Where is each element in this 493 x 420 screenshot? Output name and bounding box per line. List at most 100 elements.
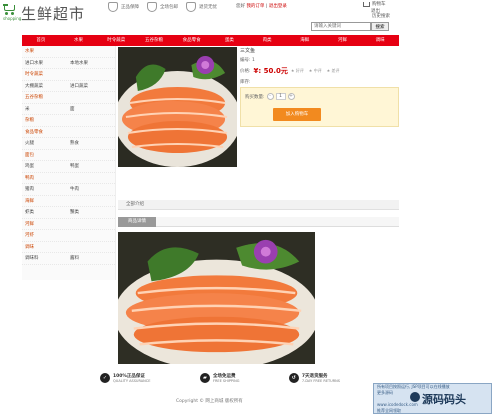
sidebar-row: 杂粮 (22, 115, 115, 127)
sidebar-row: 水果 (22, 46, 115, 58)
qty-input[interactable]: 1 (275, 93, 286, 100)
sidebar-row: 火腿 熟食 (22, 138, 115, 150)
tab-product-detail[interactable]: 商品详情 (118, 217, 156, 227)
wechat-icon (410, 392, 420, 402)
salmon-photo (118, 47, 237, 167)
search-bar: 搜索 (311, 22, 389, 31)
return-icon: ↺ (288, 373, 299, 383)
sidebar-item[interactable]: 进口水果 (25, 60, 70, 66)
guarantee-shipping: ▰ 全场免运费 FREE SHIPPING (199, 373, 239, 383)
search-button[interactable]: 搜索 (371, 22, 389, 31)
history-link[interactable]: 历史搜索 (372, 13, 390, 19)
sidebar-item[interactable]: 鸭肉 (25, 175, 70, 181)
site-logo[interactable]: 生鲜超市 shopping (3, 2, 121, 24)
service-badges: 正品保障 全场包邮 退货无忧 (108, 2, 217, 12)
sidebar-item[interactable]: 杂粮 (25, 117, 70, 123)
nav-item-8[interactable]: 河鲜 (324, 35, 362, 46)
copyright-text: Copyright © 网上商城 版权所有 (176, 399, 243, 404)
sidebar-item[interactable]: 蟹类 (70, 209, 115, 215)
nav-item-4[interactable]: 食品零食 (173, 35, 211, 46)
rating-bad[interactable]: ★ 差评 (327, 68, 340, 74)
rating-good[interactable]: ★ 好评 (291, 68, 304, 74)
sidebar-item[interactable]: 河虾 (25, 232, 70, 238)
sidebar-item[interactable]: 五谷杂粮 (25, 94, 70, 100)
rating-mid[interactable]: ★ 中评 (309, 68, 322, 74)
guarantee-quality: ✓ 100%正品保证 QUALITY ASSURANCE (100, 373, 150, 383)
guarantee-list: ✓ 100%正品保证 QUALITY ASSURANCE ▰ 全场免运费 FRE… (100, 373, 340, 383)
watermark-brand: 源码码头 (422, 393, 466, 406)
badge-free-shipping: 全场包邮 (147, 2, 178, 12)
nav-item-2[interactable]: 时令蔬菜 (97, 35, 135, 46)
logo-subtext: shopping (3, 16, 22, 21)
sidebar-row: 调味 (22, 242, 115, 253)
sidebar-item[interactable]: 时令蔬菜 (25, 71, 70, 77)
nav-item-9[interactable]: 调味 (361, 35, 399, 46)
nav-item-5[interactable]: 蛋类 (211, 35, 249, 46)
shield-icon (147, 2, 157, 12)
cart-icon (363, 1, 370, 7)
sidebar-row: 虾类 蟹类 (22, 207, 115, 219)
sidebar-item[interactable]: 面 (70, 106, 115, 112)
sidebar-row: 时令蔬菜 (22, 69, 115, 81)
salmon-photo (118, 232, 315, 364)
product-price-row: 价格: ¥: 50.0元 ★ 好评 ★ 中评 ★ 差评 (240, 67, 340, 75)
sidebar-item[interactable]: 海鲜 (25, 198, 70, 204)
sidebar-item[interactable]: 酱料 (70, 255, 115, 261)
qty-minus-button[interactable]: - (266, 93, 274, 100)
sidebar-item[interactable]: 猪肉 (25, 186, 70, 192)
qty-plus-button[interactable]: + (287, 93, 295, 100)
shield-icon (186, 2, 196, 12)
nav-item-3[interactable]: 五谷杂粮 (135, 35, 173, 46)
sidebar-row: 面包 (22, 150, 115, 161)
cart-link[interactable]: 购物车 (363, 1, 386, 7)
sidebar-item[interactable]: 鸭蛋 (70, 163, 115, 169)
sidebar-row: 调味料 酱料 (22, 253, 115, 265)
shield-icon (108, 2, 118, 12)
nav-item-6[interactable]: 肉类 (248, 35, 286, 46)
nav-item-7[interactable]: 海鲜 (286, 35, 324, 46)
sidebar-row: 鸡蛋 鸭蛋 (22, 161, 115, 173)
detail-header-bar: 全部介绍 (118, 200, 399, 210)
shipping-icon: ▰ (199, 373, 210, 383)
sidebar-item[interactable]: 熟食 (70, 140, 115, 146)
sidebar-item[interactable]: 进口蔬菜 (70, 83, 115, 89)
nav-item-0[interactable]: 首页 (22, 35, 60, 46)
category-sidebar: 水果 进口水果 本地水果 时令蔬菜 大棚蔬菜 进口蔬菜 五谷杂粮米面杂粮 食品零食 火腿 熟食 面包… (22, 46, 116, 280)
sidebar-row: 五谷杂粮 (22, 92, 115, 104)
sidebar-item[interactable]: 调味料 (25, 255, 70, 261)
sidebar-row: 进口水果 本地水果 (22, 58, 115, 69)
product-image (118, 47, 237, 167)
welcome-text: 您好 (236, 4, 245, 9)
logout-link[interactable]: 退出登录 (269, 4, 287, 9)
search-input[interactable] (311, 22, 371, 31)
nav-item-1[interactable]: 水果 (60, 35, 98, 46)
sidebar-item[interactable]: 河鲜 (25, 221, 70, 227)
sidebar-row: 米面 (22, 104, 115, 115)
product-stock: 库存: (240, 80, 251, 85)
sidebar-item[interactable]: 虾类 (25, 209, 70, 215)
sidebar-row: 食品零食 (22, 127, 115, 138)
sidebar-item[interactable]: 水果 (25, 48, 70, 54)
sidebar-row: 河虾 (22, 230, 115, 242)
sidebar-item[interactable]: 本地水果 (70, 60, 115, 66)
sidebar-item[interactable]: 鸡蛋 (25, 163, 70, 169)
quantity-stepper: 购买数量: - 1 + (245, 93, 295, 100)
sidebar-row: 大棚蔬菜 进口蔬菜 (22, 81, 115, 92)
logo-text: 生鲜超市 (21, 5, 86, 23)
sidebar-row: 鸭肉 (22, 173, 115, 184)
sidebar-item[interactable]: 牛肉 (70, 186, 115, 192)
main-nav: 首页 水果 时令蔬菜 五谷杂粮 食品零食 蛋类 肉类 海鲜 河鲜 调味 (22, 35, 399, 46)
all-intro-tab[interactable]: 全部介绍 (118, 202, 144, 207)
sidebar-item[interactable]: 调味 (25, 244, 70, 250)
sidebar-item[interactable]: 面包 (25, 152, 70, 158)
sidebar-item[interactable]: 食品零食 (25, 129, 70, 135)
sidebar-item[interactable]: 火腿 (25, 140, 70, 146)
rating-options: ★ 好评 ★ 中评 ★ 差评 (291, 68, 340, 74)
add-to-cart-button[interactable]: 加入购物车 (273, 108, 321, 121)
watermark-overlay: 所有项目按照运行, JSP项目可以在线播放 更多源码 源码码头 www.icod… (373, 383, 492, 414)
sidebar-item[interactable]: 米 (25, 106, 70, 112)
my-orders-link[interactable]: 我的订单 (246, 4, 264, 9)
user-bar: 您好 我的订单 | 退出登录 (236, 4, 287, 9)
sidebar-item[interactable]: 大棚蔬菜 (25, 83, 70, 89)
quality-icon: ✓ (100, 373, 110, 383)
